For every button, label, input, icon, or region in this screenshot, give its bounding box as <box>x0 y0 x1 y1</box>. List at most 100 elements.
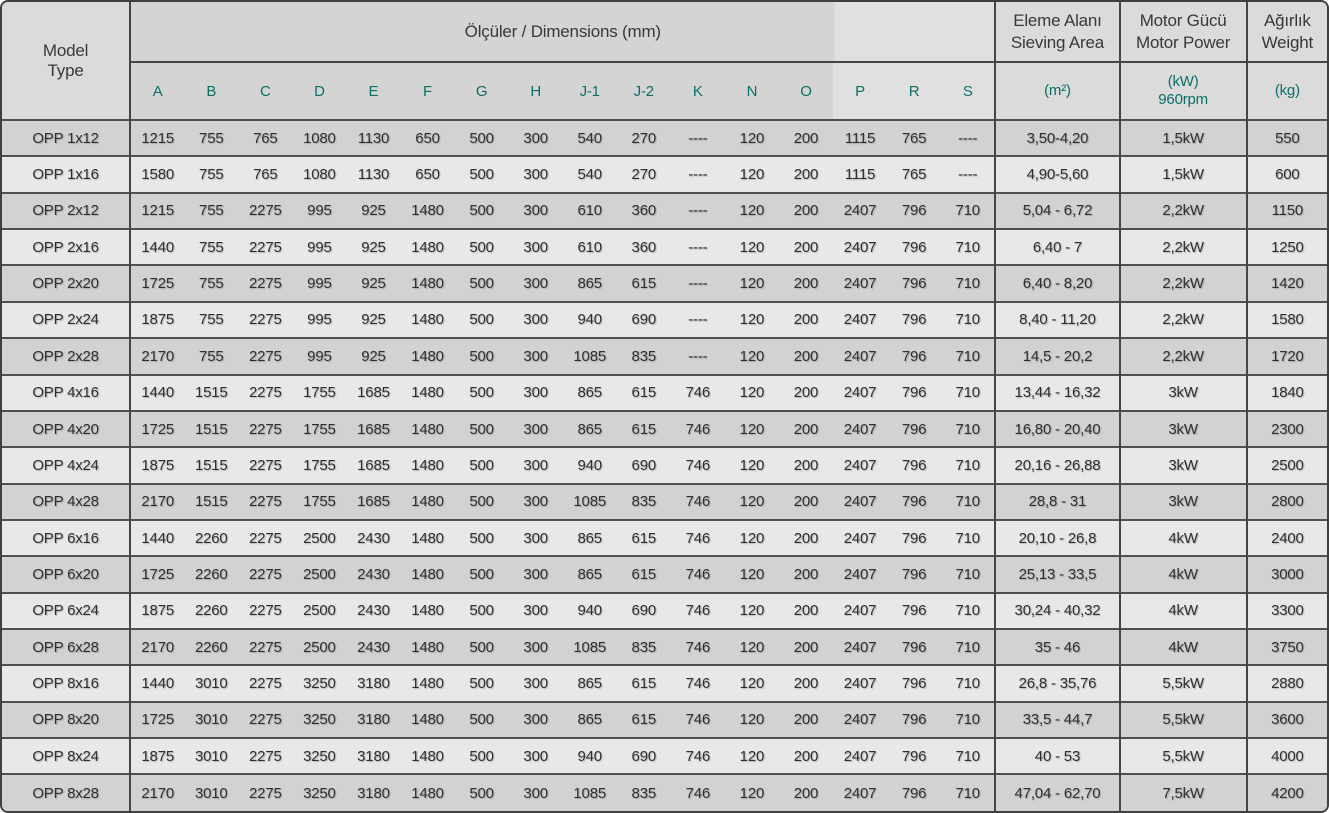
motor-power-unit: (kW) 960rpm <box>1120 62 1247 120</box>
table-row: OPP 8x2821703010227532503180148050030010… <box>2 774 1327 811</box>
cell-sieving-area: 28,8 - 31 <box>995 484 1119 520</box>
cell-dim-K: 746 <box>671 629 725 665</box>
cell-dim-F: 1480 <box>400 520 454 556</box>
cell-dim-J-1: 865 <box>563 556 617 592</box>
cell-motor-power: 5,5kW <box>1120 702 1247 738</box>
cell-motor-power: 2,2kW <box>1120 302 1247 338</box>
cell-dim-C: 2275 <box>238 193 292 229</box>
cell-dim-C: 2275 <box>238 593 292 629</box>
cell-dim-D: 3250 <box>292 702 346 738</box>
cell-dim-J-1: 865 <box>563 665 617 701</box>
cell-dim-R: 796 <box>887 593 941 629</box>
cell-dim-E: 3180 <box>346 738 400 774</box>
cell-dim-H: 300 <box>509 265 563 301</box>
cell-dim-P: 2407 <box>833 665 887 701</box>
cell-dim-B: 1515 <box>184 375 238 411</box>
cell-dim-R: 796 <box>887 302 941 338</box>
model-type-header: Model Type <box>2 2 130 120</box>
cell-dim-O: 200 <box>779 593 833 629</box>
cell-motor-power: 7,5kW <box>1120 774 1247 811</box>
cell-dim-G: 500 <box>455 156 509 192</box>
cell-dim-P: 2407 <box>833 484 887 520</box>
cell-dim-D: 1080 <box>292 156 346 192</box>
cell-weight: 2880 <box>1247 665 1327 701</box>
cell-dim-C: 2275 <box>238 229 292 265</box>
cell-dim-F: 1480 <box>400 593 454 629</box>
column-header-C: C <box>238 62 292 120</box>
cell-dim-S: 710 <box>941 338 995 374</box>
cell-sieving-area: 16,80 - 20,40 <box>995 411 1119 447</box>
cell-dim-O: 200 <box>779 338 833 374</box>
cell-model: OPP 4x24 <box>2 447 130 483</box>
cell-dim-H: 300 <box>509 375 563 411</box>
cell-dim-K: 746 <box>671 593 725 629</box>
cell-dim-J-1: 940 <box>563 447 617 483</box>
cell-motor-power: 4kW <box>1120 520 1247 556</box>
cell-dim-S: ---- <box>941 156 995 192</box>
cell-dim-E: 925 <box>346 193 400 229</box>
cell-dim-O: 200 <box>779 484 833 520</box>
cell-dim-G: 500 <box>455 120 509 156</box>
cell-model: OPP 2x28 <box>2 338 130 374</box>
cell-dim-H: 300 <box>509 302 563 338</box>
cell-dim-J-2: 615 <box>617 411 671 447</box>
cell-dim-N: 120 <box>725 265 779 301</box>
cell-motor-power: 3kW <box>1120 484 1247 520</box>
cell-dim-S: 710 <box>941 484 995 520</box>
cell-sieving-area: 4,90-5,60 <box>995 156 1119 192</box>
cell-dim-J-2: 360 <box>617 229 671 265</box>
cell-dim-F: 1480 <box>400 484 454 520</box>
cell-dim-H: 300 <box>509 738 563 774</box>
cell-dim-G: 500 <box>455 229 509 265</box>
weight-header: Ağırlık Weight <box>1247 2 1327 62</box>
cell-dim-G: 500 <box>455 520 509 556</box>
cell-dim-N: 120 <box>725 629 779 665</box>
cell-dim-E: 925 <box>346 338 400 374</box>
cell-dim-O: 200 <box>779 447 833 483</box>
cell-dim-D: 995 <box>292 229 346 265</box>
cell-dim-E: 2430 <box>346 520 400 556</box>
cell-dim-F: 1480 <box>400 774 454 811</box>
cell-dim-P: 2407 <box>833 338 887 374</box>
cell-dim-N: 120 <box>725 302 779 338</box>
cell-dim-G: 500 <box>455 338 509 374</box>
cell-dim-O: 200 <box>779 411 833 447</box>
cell-dim-J-1: 610 <box>563 229 617 265</box>
cell-dim-S: 710 <box>941 265 995 301</box>
cell-dim-J-2: 690 <box>617 447 671 483</box>
cell-dim-A: 2170 <box>130 338 184 374</box>
cell-dim-G: 500 <box>455 447 509 483</box>
cell-sieving-area: 33,5 - 44,7 <box>995 702 1119 738</box>
table-header: Model Type Ölçüler / Dimensions (mm) Ele… <box>2 2 1327 120</box>
cell-dim-P: 2407 <box>833 411 887 447</box>
cell-dim-R: 796 <box>887 520 941 556</box>
table-row: OPP 4x2017251515227517551685148050030086… <box>2 411 1327 447</box>
table-row: OPP 2x1614407552275995925148050030061036… <box>2 229 1327 265</box>
cell-dim-A: 2170 <box>130 629 184 665</box>
cell-dim-F: 650 <box>400 120 454 156</box>
cell-dim-R: 796 <box>887 774 941 811</box>
cell-dim-D: 995 <box>292 193 346 229</box>
cell-dim-O: 200 <box>779 520 833 556</box>
cell-dim-P: 2407 <box>833 556 887 592</box>
cell-dim-B: 3010 <box>184 738 238 774</box>
cell-model: OPP 1x16 <box>2 156 130 192</box>
cell-dim-C: 2275 <box>238 375 292 411</box>
cell-dim-F: 1480 <box>400 338 454 374</box>
cell-dim-C: 2275 <box>238 738 292 774</box>
cell-model: OPP 6x16 <box>2 520 130 556</box>
cell-dim-A: 1440 <box>130 375 184 411</box>
cell-dim-R: 796 <box>887 338 941 374</box>
cell-dim-F: 1480 <box>400 265 454 301</box>
cell-dim-O: 200 <box>779 738 833 774</box>
cell-model: OPP 2x16 <box>2 229 130 265</box>
dimensions-header: Ölçüler / Dimensions (mm) <box>130 2 995 62</box>
cell-dim-N: 120 <box>725 774 779 811</box>
cell-dim-R: 796 <box>887 193 941 229</box>
cell-model: OPP 4x28 <box>2 484 130 520</box>
cell-dim-P: 2407 <box>833 447 887 483</box>
cell-dim-J-1: 865 <box>563 520 617 556</box>
table-row: OPP 1x1212157557651080113065050030054027… <box>2 120 1327 156</box>
cell-dim-H: 300 <box>509 447 563 483</box>
cell-dim-S: 710 <box>941 193 995 229</box>
